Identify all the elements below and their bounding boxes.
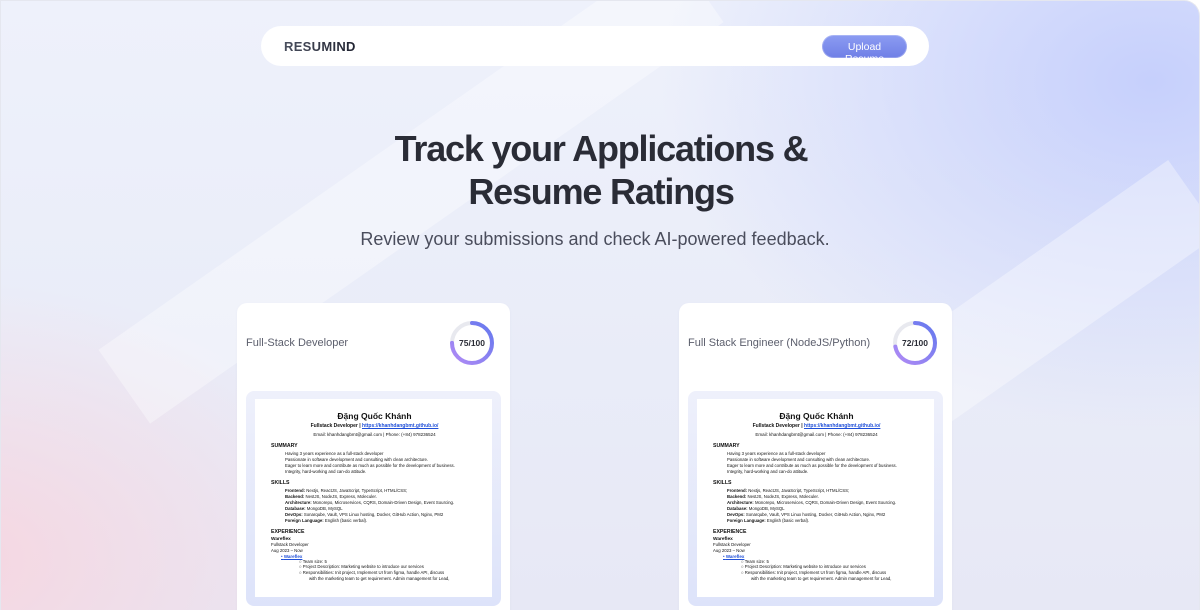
resume-document: Đặng Quốc Khánh Fullstack Developer | ht… — [255, 399, 492, 597]
resume-card[interactable]: Full-Stack Developer 75/100 Đặng Quốc Kh… — [237, 303, 510, 610]
resume-site-link: https://khanhdangbmt.github.io/ — [362, 423, 439, 429]
resume-preview[interactable]: Đặng Quốc Khánh Fullstack Developer | ht… — [688, 391, 943, 606]
resume-summary-line: Integrity, hard-working and can-do attit… — [285, 469, 367, 474]
page-title-line-2: Resume Ratings — [468, 171, 734, 212]
resume-skill-line: Foreign Language: English (basic verbal)… — [727, 518, 810, 523]
resume-role-text: Fullstack Developer — [310, 423, 358, 429]
resume-role: Fullstack Developer | https://khanhdangb… — [713, 423, 920, 429]
resume-name: Đặng Quốc Khánh — [779, 411, 854, 421]
resume-project-detail: with the marketing team to get requireme… — [309, 575, 450, 581]
resume-site-link: https://khanhdangbmt.github.io/ — [804, 423, 881, 429]
resume-role-text: Fullstack Developer — [752, 423, 800, 429]
score-badge: 75/100 — [449, 320, 495, 366]
resume-summary-heading: SUMMARY — [271, 443, 298, 449]
resume-skills-heading: SKILLS — [713, 480, 732, 486]
resume-project-detail: with the marketing team to get requireme… — [751, 575, 892, 581]
resume-name: Đặng Quốc Khánh — [337, 411, 412, 421]
resume-contact: Email: khanhdangbmt@gmail.com | Phone: (… — [313, 432, 436, 437]
resume-summary-line: Integrity, hard-working and can-do attit… — [727, 469, 809, 474]
resume-document: Đặng Quốc Khánh Fullstack Developer | ht… — [697, 399, 934, 597]
resume-experience-heading: EXPERIENCE — [713, 529, 747, 535]
page-title: Track your Applications & Resume Ratings — [1, 127, 1199, 213]
page-background: RESUMIND Upload Resume Track your Applic… — [0, 0, 1200, 610]
score-badge: 72/100 — [892, 320, 938, 366]
resume-role: Fullstack Developer | https://khanhdangb… — [271, 423, 478, 429]
resume-skills-heading: SKILLS — [271, 480, 290, 486]
resume-experience-heading: EXPERIENCE — [271, 529, 305, 535]
resume-summary-heading: SUMMARY — [713, 443, 740, 449]
logo[interactable]: RESUMIND — [284, 39, 356, 54]
page-subtitle: Review your submissions and check AI-pow… — [360, 229, 830, 249]
upload-resume-button[interactable]: Upload Resume — [822, 34, 907, 65]
resume-contact: Email: khanhdangbmt@gmail.com | Phone: (… — [755, 432, 878, 437]
score-value: 72/100 — [902, 338, 928, 348]
score-value: 75/100 — [459, 338, 485, 348]
resume-skill-line: Foreign Language: English (basic verbal)… — [285, 518, 368, 523]
navbar: RESUMIND Upload Resume — [261, 26, 929, 66]
job-title: Full-Stack Developer — [246, 337, 349, 349]
resume-preview[interactable]: Đặng Quốc Khánh Fullstack Developer | ht… — [246, 391, 501, 606]
job-title: Full Stack Engineer (NodeJS/Python) — [688, 337, 871, 349]
resume-card[interactable]: Full Stack Engineer (NodeJS/Python) 72/1… — [679, 303, 952, 610]
page-title-line-1: Track your Applications & — [394, 128, 809, 169]
